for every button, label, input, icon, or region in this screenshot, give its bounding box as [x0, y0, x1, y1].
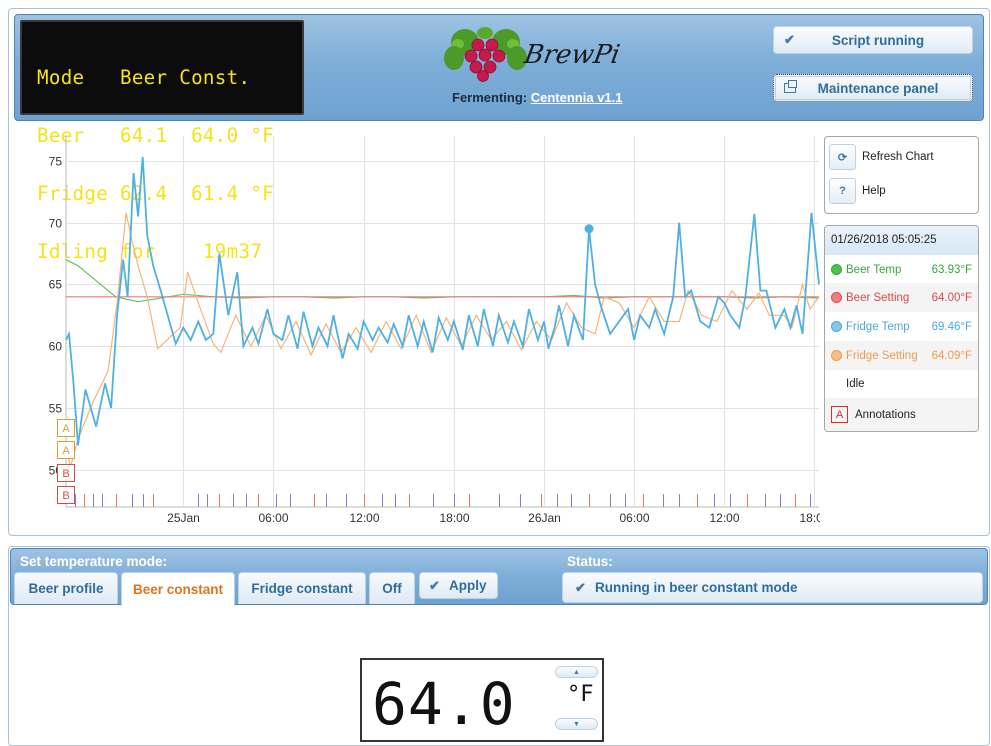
check-icon: ✔: [429, 577, 440, 593]
script-running-label: Script running: [831, 32, 925, 48]
temperature-chart[interactable]: 757065605550 25Jan 06:00 12:00 18:00 26Jan 06…: [20, 128, 820, 528]
legend-name: Fridge Temp: [846, 320, 910, 333]
apply-button[interactable]: ✔ Apply: [419, 572, 498, 599]
status-box: ✔ Running in beer constant mode: [562, 572, 983, 603]
legend-value: 64.00°F: [931, 291, 972, 304]
script-running-button[interactable]: ✔ Script running: [773, 26, 973, 54]
legend-value: 69.46°F: [931, 320, 972, 333]
legend-name: Fridge Setting: [846, 349, 918, 362]
legend-name: Beer Setting: [846, 291, 910, 304]
chart-series: [65, 156, 820, 468]
annotation-icon: A: [831, 406, 848, 423]
legend-name: Beer Temp: [846, 263, 902, 276]
annotations-label: Annotations: [855, 408, 916, 421]
help-icon: ?: [829, 178, 856, 204]
refresh-icon: ⟳: [829, 144, 856, 170]
decrease-setpoint-button[interactable]: ▼: [555, 718, 598, 730]
legend-value: 64.09°F: [931, 349, 972, 362]
y-tick-label: 65: [49, 278, 63, 292]
x-tick-label: 18:00: [439, 511, 469, 525]
x-tick-label: 18:00: [799, 511, 820, 525]
temperature-setpoint-box: 64.0 ▲ °F ▼: [360, 658, 604, 742]
y-tick-label: 55: [49, 402, 63, 416]
legend-state: Idle: [825, 369, 978, 398]
increase-setpoint-button[interactable]: ▲: [555, 666, 598, 678]
x-tick-label: 12:00: [349, 511, 379, 525]
check-icon: ✔: [575, 579, 586, 595]
legend-annotations-toggle[interactable]: A Annotations: [825, 398, 978, 431]
legend-item-beer-setting[interactable]: Beer Setting 64.00°F: [825, 283, 978, 312]
x-axis: 25Jan 06:00 12:00 18:00 26Jan 06:00 12:00 18:00: [167, 511, 820, 525]
beer-name-link[interactable]: Centennia v1.1: [531, 90, 623, 105]
x-tick-label: 06:00: [619, 511, 649, 525]
help-label: Help: [862, 185, 886, 197]
tab-beer-constant[interactable]: Beer constant: [121, 572, 235, 606]
maintenance-label: Maintenance panel: [817, 80, 939, 96]
status-title: Status:: [567, 554, 613, 569]
chart-grid: [65, 136, 819, 508]
tab-fridge-constant[interactable]: Fridge constant: [238, 572, 366, 604]
brand-text: BrewPi: [521, 40, 622, 70]
status-text: Running in beer constant mode: [595, 580, 798, 595]
new-window-icon: [784, 80, 797, 93]
fridge-temp-dot-icon: [831, 321, 842, 332]
annotation-marker-label: A: [62, 423, 70, 435]
chart-controls: ⟳ Refresh Chart ? Help: [824, 136, 979, 214]
y-tick-label: 75: [49, 155, 63, 169]
x-tick-label: 26Jan: [528, 511, 561, 525]
tab-beer-profile[interactable]: Beer profile: [14, 572, 118, 604]
legend-item-fridge-setting[interactable]: Fridge Setting 64.09°F: [825, 341, 978, 370]
fridge-setting-dot-icon: [831, 350, 842, 361]
highlight-point: [584, 224, 594, 234]
chart-legend: 01/26/2018 05:05:25 Beer Temp 63.93°F Be…: [824, 225, 979, 432]
x-tick-label: 12:00: [709, 511, 739, 525]
brewpi-wordmark: BrewPi: [521, 40, 622, 70]
lcd-line: Mode Beer Const.: [37, 66, 251, 89]
annotation-ticks: [75, 494, 811, 507]
fermenting-info: Fermenting: Centennia v1.1: [452, 90, 623, 105]
beer-temp-dot-icon: [831, 264, 842, 275]
refresh-chart-label: Refresh Chart: [862, 151, 934, 163]
maintenance-panel-button[interactable]: Maintenance panel: [773, 74, 973, 102]
apply-label: Apply: [449, 578, 487, 593]
tab-off[interactable]: Off: [369, 572, 415, 604]
fermenting-label: Fermenting:: [452, 90, 528, 105]
legend-datetime: 01/26/2018 05:05:25: [825, 226, 978, 255]
y-tick-label: 70: [49, 217, 63, 231]
help-button[interactable]: ? Help: [829, 178, 886, 204]
annotation-marker-label: A: [62, 445, 70, 457]
check-icon: ✔: [784, 32, 795, 47]
legend-item-beer-temp[interactable]: Beer Temp 63.93°F: [825, 255, 978, 284]
series-beer-temp: [65, 259, 820, 303]
legend-item-fridge-temp[interactable]: Fridge Temp 69.46°F: [825, 312, 978, 341]
state-label: Idle: [846, 377, 865, 390]
y-tick-label: 60: [49, 340, 63, 354]
x-tick-label: 06:00: [258, 511, 288, 525]
setpoint-unit: °F: [567, 682, 594, 707]
series-fridge-temp: [65, 156, 820, 446]
beer-setting-dot-icon: [831, 292, 842, 303]
annotation-marker-label: B: [62, 468, 69, 480]
lcd-display: Mode Beer Const. Beer 64.1 64.0 °F Fridg…: [20, 20, 304, 261]
annotation-marker-label: B: [62, 490, 69, 502]
mode-title: Set temperature mode:: [20, 554, 168, 569]
refresh-chart-button[interactable]: ⟳ Refresh Chart: [829, 144, 934, 170]
legend-value: 63.93°F: [931, 263, 972, 276]
setpoint-value[interactable]: 64.0: [372, 662, 516, 746]
x-tick-label: 25Jan: [167, 511, 200, 525]
series-fridge-setting: [65, 212, 820, 468]
